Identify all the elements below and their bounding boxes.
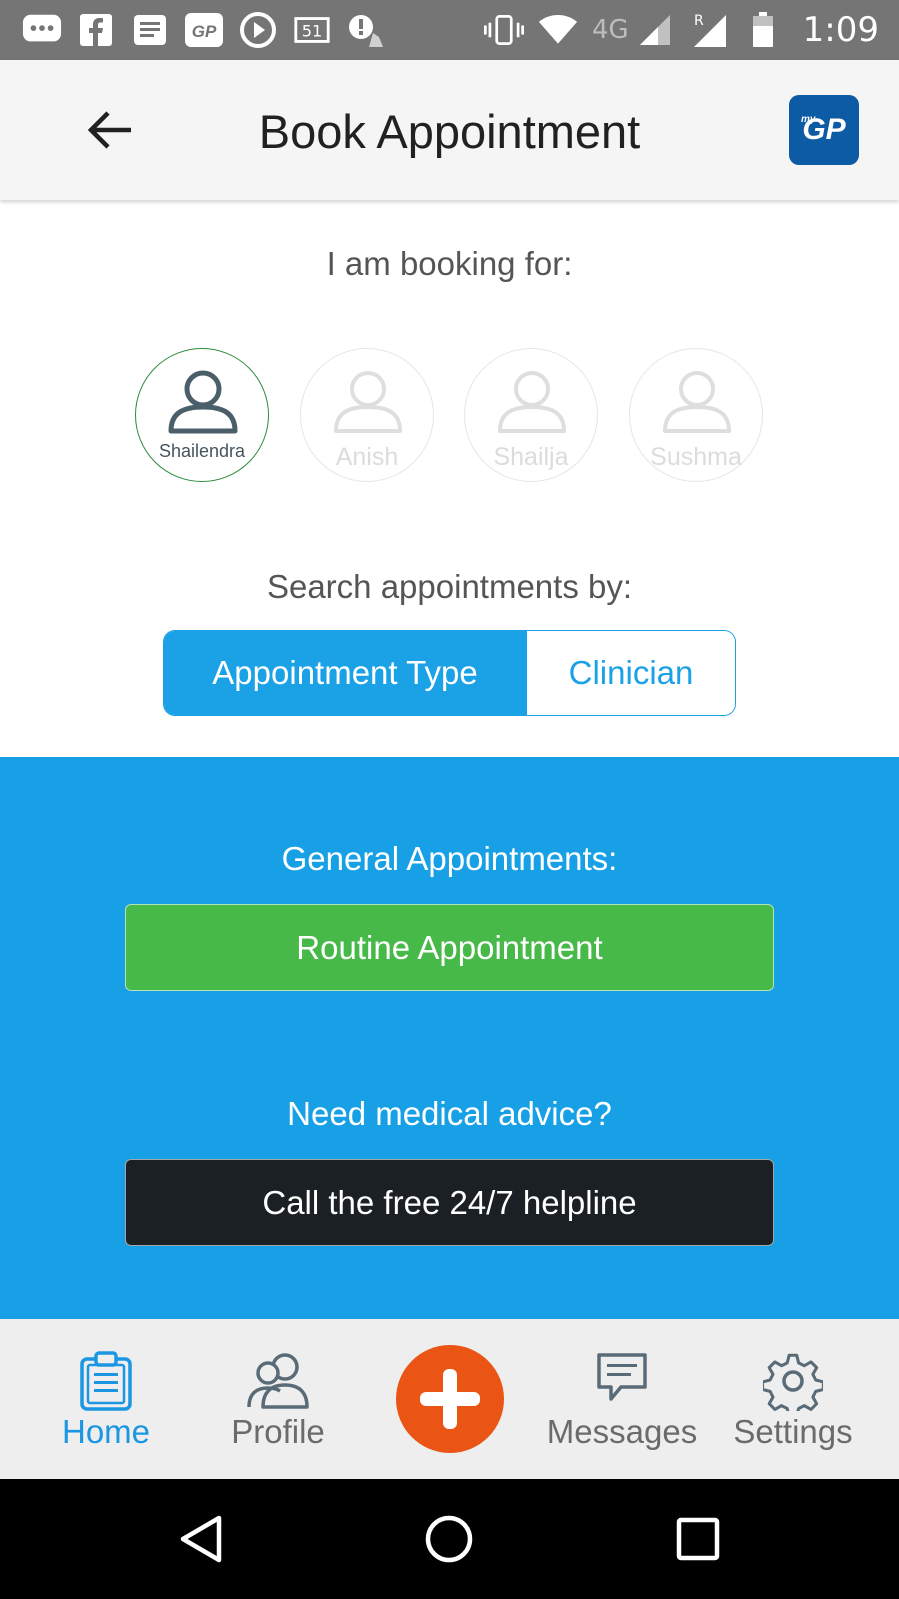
triangle-back-icon <box>180 1515 222 1563</box>
page-title: Book Appointment <box>258 105 641 158</box>
person-sushma[interactable]: Sushma <box>629 348 763 482</box>
person-name: Sushma <box>650 443 742 471</box>
tab-appointment-type[interactable]: Appointment Type <box>164 631 526 715</box>
signal-icon <box>635 10 675 50</box>
message-icon <box>597 1353 647 1401</box>
chat-icon <box>22 10 62 50</box>
routine-appointment-button[interactable]: Routine Appointment <box>125 904 774 991</box>
system-navigation-bar <box>0 1479 899 1599</box>
status-bar: GP 51 4G R 1:09 <box>0 0 899 60</box>
person-selector: Shailendra Anish Shailja Sushma <box>0 348 899 484</box>
notification-icons: GP 51 <box>22 10 386 50</box>
clipboard-icon <box>80 1351 132 1411</box>
clock: 1:09 <box>802 10 879 50</box>
person-name: Shailendra <box>158 441 246 461</box>
system-status-icons: 4G R 1:09 <box>483 10 879 50</box>
square-recents-icon <box>676 1517 720 1561</box>
medical-advice-label: Need medical advice? <box>287 1095 612 1132</box>
wifi-icon <box>538 10 578 50</box>
system-recents-button[interactable] <box>666 1507 730 1571</box>
mygp-logo: my GP <box>789 95 859 165</box>
plus-icon <box>420 1369 480 1429</box>
calendar-day: 51 <box>302 22 323 41</box>
tab-clinician[interactable]: Clinician <box>526 631 735 715</box>
facebook-icon <box>76 10 116 50</box>
nav-home[interactable]: Home <box>36 1319 176 1479</box>
nav-home-label: Home <box>61 1413 151 1450</box>
battery-icon <box>743 10 783 50</box>
person-shailendra[interactable]: Shailendra <box>135 348 269 482</box>
vibrate-icon <box>483 10 524 50</box>
alert-icon <box>346 10 386 50</box>
user-avatar-icon <box>168 370 238 434</box>
app-bar: Book Appointment my GP <box>0 60 899 200</box>
svg-text:GP: GP <box>192 22 217 41</box>
person-anish[interactable]: Anish <box>300 348 434 482</box>
booking-for-label: I am booking for: <box>326 245 573 282</box>
calendar-icon: 51 <box>292 10 332 50</box>
nav-messages[interactable]: Messages <box>535 1319 709 1479</box>
nav-settings-label: Settings <box>733 1413 853 1450</box>
user-avatar-icon <box>663 371 731 433</box>
search-by-label: Search appointments by: <box>266 568 633 605</box>
system-back-button[interactable] <box>170 1507 234 1571</box>
user-avatar-icon <box>498 371 566 433</box>
mygp-icon: GP <box>184 10 224 50</box>
general-appointments-label: General Appointments: <box>281 840 618 877</box>
logo-small-text: my <box>801 114 816 125</box>
bottom-navigation: Home Profile Messages Settings <box>0 1319 899 1479</box>
profile-icon <box>247 1353 309 1409</box>
gear-icon <box>763 1353 823 1411</box>
person-shailja[interactable]: Shailja <box>464 348 598 482</box>
nav-profile[interactable]: Profile <box>208 1319 348 1479</box>
search-mode-toggle: Appointment Type Clinician <box>163 630 736 716</box>
play-icon <box>238 10 278 50</box>
circle-home-icon <box>425 1515 473 1563</box>
system-home-button[interactable] <box>417 1507 481 1571</box>
news-icon <box>130 10 170 50</box>
roaming-signal-icon: R <box>689 10 729 50</box>
network-type: 4G <box>591 15 629 45</box>
roaming-label: R <box>694 13 704 29</box>
person-name: Anish <box>335 443 399 471</box>
nav-profile-label: Profile <box>231 1413 325 1450</box>
call-helpline-button[interactable]: Call the free 24/7 helpline <box>125 1159 774 1246</box>
appointment-panel: General Appointments: Routine Appointmen… <box>0 757 899 1319</box>
nav-messages-label: Messages <box>546 1413 698 1450</box>
add-button[interactable] <box>396 1345 504 1453</box>
user-avatar-icon <box>334 371 402 433</box>
person-name: Shailja <box>493 443 569 471</box>
nav-settings[interactable]: Settings <box>722 1319 864 1479</box>
